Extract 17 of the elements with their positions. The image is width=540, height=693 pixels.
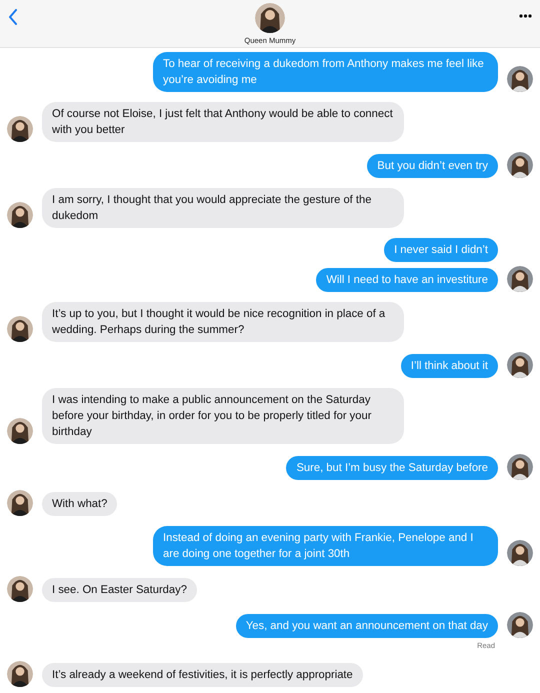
received-message: I am sorry, I thought that you would appreciate the gesture of the dukedom: [42, 188, 404, 228]
sent-message: To hear of receiving a dukedom from Anthony makes me feel like you’re avoiding me: [153, 52, 498, 92]
back-icon[interactable]: [8, 9, 18, 25]
sent-message: But you didn’t even try: [367, 154, 498, 178]
received-message: I see. On Easter Saturday?: [42, 578, 197, 602]
sent-message: Sure, but I’m busy the Saturday before: [286, 456, 498, 480]
sent-message: Instead of doing an evening party with Frankie, Penelope and I are doing one together for a joint 30th: [153, 526, 498, 566]
received-message: I was intending to make a public announcement on the Saturday before your birthday, in order for you to be properly titled for your birthday: [42, 388, 404, 444]
sent-message: I never said I didn’t: [384, 238, 498, 262]
received-message: With what?: [42, 492, 118, 516]
received-message: It’s already a weekend of festivities, it is perfectly appropriate: [42, 663, 363, 688]
sent-message: I’ll think about it: [400, 354, 498, 378]
received-message: Of course not Eloise, I just felt that Anthony would be able to connect with you better: [42, 102, 404, 142]
received-message: It’s up to you, but I thought it would be nice recognition in place of a wedding. Perhaps during the summer?: [42, 302, 404, 342]
sent-message: Will I need to have an investiture: [316, 268, 498, 292]
more-icon[interactable]: [519, 14, 532, 18]
sent-message: Yes, and you want an announcement on that day: [236, 614, 498, 638]
